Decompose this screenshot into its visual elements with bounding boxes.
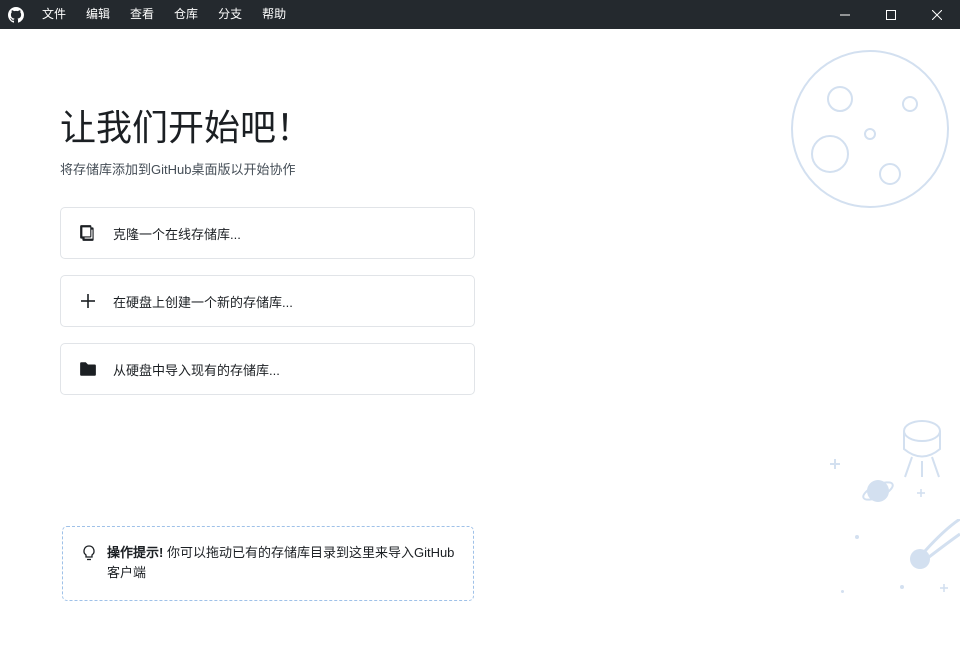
pro-tip-box: 操作提示! 你可以拖动已有的存储库目录到这里来导入GitHub客户端: [62, 526, 474, 601]
create-repository-button[interactable]: 在硬盘上创建一个新的存储库...: [60, 275, 475, 327]
lightbulb-icon: [81, 545, 97, 561]
star-icon: [940, 584, 948, 592]
page-title: 让我们开始吧！: [60, 99, 312, 151]
window-controls: [822, 0, 960, 29]
maximize-button[interactable]: [868, 0, 914, 29]
github-logo-icon: [0, 7, 32, 23]
dot-icon: [854, 534, 860, 540]
moon-illustration-icon: [770, 44, 950, 224]
telescope-illustration-icon: [897, 419, 947, 479]
menu-help[interactable]: 帮助: [252, 0, 296, 29]
tip-strong: 操作提示!: [107, 545, 163, 560]
dot-icon: [840, 589, 845, 594]
titlebar: 文件 编辑 查看 仓库 分支 帮助: [0, 0, 960, 29]
menu-file[interactable]: 文件: [32, 0, 76, 29]
start-options: 克隆一个在线存储库... 在硬盘上创建一个新的存储库... 从硬盘中导入现有的存…: [60, 207, 475, 411]
menu-edit[interactable]: 编辑: [76, 0, 120, 29]
folder-icon: [79, 360, 97, 378]
comet-illustration-icon: [905, 519, 960, 574]
option-label: 在硬盘上创建一个新的存储库...: [113, 292, 293, 311]
option-label: 克隆一个在线存储库...: [113, 224, 241, 243]
plus-icon: [79, 292, 97, 310]
menu-branch[interactable]: 分支: [208, 0, 252, 29]
hero: 让我们开始吧！ 将存储库添加到GitHub桌面版以开始协作: [60, 99, 312, 178]
page-subtitle: 将存储库添加到GitHub桌面版以开始协作: [60, 159, 312, 178]
option-label: 从硬盘中导入现有的存储库...: [113, 360, 280, 379]
clone-repository-button[interactable]: 克隆一个在线存储库...: [60, 207, 475, 259]
close-button[interactable]: [914, 0, 960, 29]
planet-illustration-icon: [861, 474, 895, 508]
menu-repository[interactable]: 仓库: [164, 0, 208, 29]
tip-text: 操作提示! 你可以拖动已有的存储库目录到这里来导入GitHub客户端: [107, 543, 455, 582]
star-icon: [917, 489, 925, 497]
content-area: 让我们开始吧！ 将存储库添加到GitHub桌面版以开始协作 克隆一个在线存储库.…: [0, 29, 960, 660]
menu-view[interactable]: 查看: [120, 0, 164, 29]
add-local-repository-button[interactable]: 从硬盘中导入现有的存储库...: [60, 343, 475, 395]
minimize-button[interactable]: [822, 0, 868, 29]
star-icon: [830, 459, 840, 469]
clone-icon: [79, 224, 97, 242]
dot-icon: [899, 584, 905, 590]
menu-bar: 文件 编辑 查看 仓库 分支 帮助: [32, 0, 296, 29]
